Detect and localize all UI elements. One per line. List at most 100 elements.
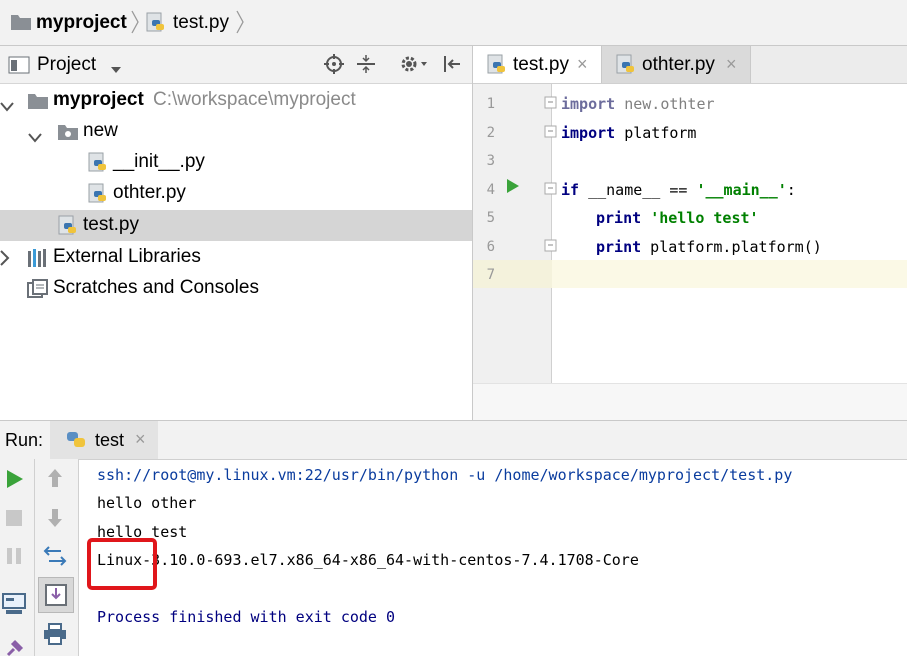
fold-icon[interactable] xyxy=(544,239,558,258)
tab-test-py[interactable]: test.py × xyxy=(473,46,602,83)
folder-icon xyxy=(27,92,49,116)
tree-item-myproject[interactable]: myproject C:\workspace\myproject xyxy=(0,85,472,116)
tree-item-label: External Libraries xyxy=(53,246,201,267)
project-view-icon xyxy=(8,56,30,79)
fold-icon[interactable] xyxy=(544,125,558,144)
code-text: __name__ == xyxy=(579,181,697,199)
keyword: print xyxy=(596,238,642,256)
pause-icon[interactable] xyxy=(5,547,23,570)
tree-item-label: new xyxy=(83,120,118,141)
run-label: Run: xyxy=(5,430,44,450)
code-line-6[interactable]: print platform.platform() xyxy=(596,238,822,256)
line-number: 7 xyxy=(486,267,495,283)
console-process-finished: Process finished with exit code 0 xyxy=(97,608,396,626)
scroll-to-end-button[interactable] xyxy=(38,577,74,613)
scroll-to-end-icon xyxy=(45,584,67,611)
keyword: import xyxy=(561,95,616,113)
highlight-box xyxy=(87,538,157,590)
tree-item-label: test.py xyxy=(83,214,139,235)
code-text: : xyxy=(786,181,796,199)
tab-othter-py[interactable]: othter.py × xyxy=(602,46,751,83)
fold-icon[interactable] xyxy=(544,96,558,115)
fold-icon[interactable] xyxy=(544,182,558,201)
line-number: 4 xyxy=(486,182,495,198)
print-icon[interactable] xyxy=(43,623,67,650)
chevron-right-icon[interactable] xyxy=(0,250,10,272)
tree-item-label: Scratches and Consoles xyxy=(53,277,259,298)
close-icon[interactable]: × xyxy=(577,54,588,75)
code-line-1[interactable]: import new.othter xyxy=(561,95,715,113)
breadcrumb-file[interactable]: test.py xyxy=(173,0,229,45)
project-tool-window-header: Project xyxy=(0,46,472,84)
breadcrumb-project[interactable]: myproject xyxy=(36,0,127,45)
code-line-2[interactable]: import platform xyxy=(561,124,696,142)
tree-item-test-py[interactable]: test.py xyxy=(0,210,472,241)
arrow-down-icon[interactable] xyxy=(45,507,65,534)
run-toolbar xyxy=(0,459,79,657)
soft-wrap-icon[interactable] xyxy=(43,545,67,572)
chevron-down-icon[interactable] xyxy=(0,96,14,118)
arrow-up-icon[interactable] xyxy=(45,467,65,494)
pin-icon[interactable] xyxy=(4,639,26,662)
project-path: C:\workspace\myproject xyxy=(153,89,356,110)
keyword: if xyxy=(561,181,580,199)
tree-item-init-py[interactable]: __init__.py xyxy=(0,147,472,178)
tree-item-external-libraries[interactable]: External Libraries xyxy=(0,242,472,273)
python-file-icon xyxy=(487,54,509,82)
tab-label: test.py xyxy=(513,53,569,75)
run-tool-window-header: Run: test × xyxy=(0,420,907,460)
python-file-icon xyxy=(88,183,110,211)
console-command-line[interactable]: ssh://root@my.linux.vm:22/usr/bin/python… xyxy=(97,466,792,484)
code-text: new.othter xyxy=(615,95,715,113)
code-text: platform.platform() xyxy=(641,238,822,256)
python-file-icon xyxy=(88,152,110,180)
keyword: print xyxy=(596,209,642,227)
tab-label: test xyxy=(95,430,125,450)
python-file-icon xyxy=(146,12,168,39)
tree-item-label: othter.py xyxy=(113,182,186,203)
chevron-right-icon xyxy=(235,10,245,34)
close-icon[interactable]: × xyxy=(726,54,737,75)
tab-label: othter.py xyxy=(642,53,715,75)
console-output-line: Linux-3.10.0-693.el7.x86_64-x86_64-with-… xyxy=(97,551,639,569)
string-literal: '__main__' xyxy=(696,181,787,199)
line-number: 6 xyxy=(486,239,495,255)
code-line-4[interactable]: if __name__ == '__main__': xyxy=(561,181,796,199)
code-line-5[interactable]: print 'hello test' xyxy=(596,209,759,227)
folder-icon xyxy=(10,13,32,36)
code-text: platform xyxy=(615,124,697,142)
python-icon xyxy=(65,430,87,455)
locate-icon[interactable] xyxy=(324,54,344,79)
project-view-selector[interactable]: Project xyxy=(37,46,96,83)
keyword: import xyxy=(561,124,616,142)
layout-icon[interactable] xyxy=(2,593,26,620)
package-folder-icon xyxy=(57,123,79,147)
project-title: Project xyxy=(37,54,97,75)
rerun-icon[interactable] xyxy=(6,469,24,494)
line-number: 2 xyxy=(486,125,495,141)
run-gutter-icon[interactable] xyxy=(506,178,520,199)
tree-item-new[interactable]: new xyxy=(0,116,472,147)
editor-bottom-area xyxy=(473,383,907,421)
toolbar-divider xyxy=(34,459,35,656)
hide-icon[interactable] xyxy=(442,54,462,79)
library-icon xyxy=(27,248,49,274)
chevron-right-icon xyxy=(130,10,140,34)
tree-item-scratches[interactable]: Scratches and Consoles xyxy=(0,273,472,304)
scratches-icon xyxy=(27,279,49,305)
console-output-line: hello other xyxy=(97,494,197,512)
editor-tab-bar: test.py × othter.py × xyxy=(473,46,907,84)
chevron-down-icon[interactable] xyxy=(28,127,42,149)
navigation-bar: myproject test.py xyxy=(0,0,907,46)
tab-run-test[interactable]: test × xyxy=(50,421,158,459)
line-number: 1 xyxy=(486,96,495,112)
gear-icon[interactable] xyxy=(400,54,428,79)
tree-item-label: __init__.py xyxy=(113,151,205,172)
tree-item-othter-py[interactable]: othter.py xyxy=(0,178,472,209)
tree-item-label: myproject xyxy=(53,89,144,110)
close-icon[interactable]: × xyxy=(135,429,146,450)
python-file-icon xyxy=(58,215,80,243)
chevron-down-icon[interactable] xyxy=(110,61,122,79)
collapse-all-icon[interactable] xyxy=(356,54,376,79)
stop-icon[interactable] xyxy=(5,509,23,532)
